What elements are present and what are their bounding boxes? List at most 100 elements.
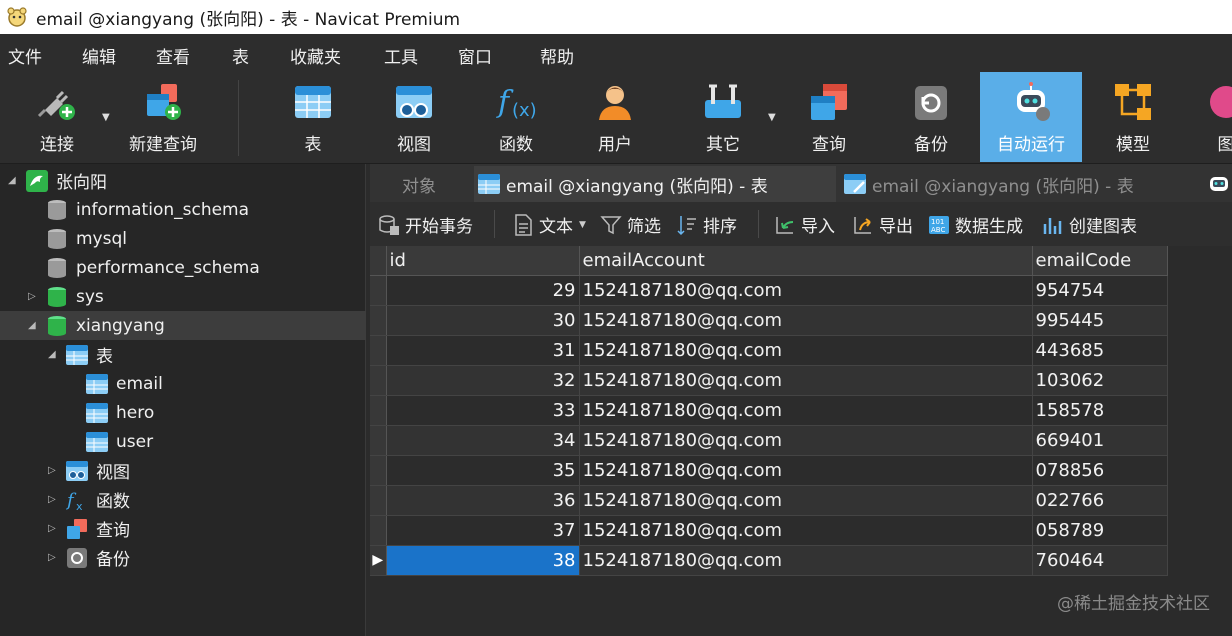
cell-email-code[interactable]: 669401 xyxy=(1032,425,1168,456)
row-header[interactable] xyxy=(370,485,387,516)
sort-button[interactable]: 排序 xyxy=(676,212,737,237)
cell-email-account[interactable]: 1524187180@qq.com xyxy=(579,395,1033,426)
row-header[interactable] xyxy=(370,335,387,366)
row-header-corner[interactable] xyxy=(370,246,387,276)
table-button[interactable]: 表 xyxy=(278,72,348,162)
expanded-arrow-icon[interactable]: ◢ xyxy=(48,349,56,360)
tree-tables-group[interactable]: ◢ 表 xyxy=(0,340,366,369)
cell-email-code[interactable]: 022766 xyxy=(1032,485,1168,516)
cell-email-code[interactable]: 103062 xyxy=(1032,365,1168,396)
cell-email-account[interactable]: 1524187180@qq.com xyxy=(579,335,1033,366)
tree-table[interactable]: email xyxy=(0,369,366,398)
table-row[interactable]: 32 1524187180@qq.com 103062 xyxy=(370,365,1168,396)
view-button[interactable]: 视图 xyxy=(378,72,450,162)
menu-favorites[interactable]: 收藏夹 xyxy=(290,43,341,68)
model-button[interactable]: 模型 xyxy=(1100,72,1166,162)
cell-email-account[interactable]: 1524187180@qq.com xyxy=(579,515,1033,546)
cell-email-code[interactable]: 158578 xyxy=(1032,395,1168,426)
tree-database[interactable]: performance_schema xyxy=(0,253,366,282)
expanded-arrow-icon[interactable]: ◢ xyxy=(28,320,36,331)
row-header[interactable] xyxy=(370,455,387,486)
row-header[interactable] xyxy=(370,365,387,396)
cell-id[interactable]: 35 xyxy=(386,455,580,486)
connect-dropdown-icon[interactable]: ▼ xyxy=(102,112,110,123)
column-header-id[interactable]: id xyxy=(386,246,580,276)
cell-email-account[interactable]: 1524187180@qq.com xyxy=(579,275,1033,306)
menu-help[interactable]: 帮助 xyxy=(540,43,574,68)
cell-email-code[interactable]: 760464 xyxy=(1032,545,1168,576)
menu-edit[interactable]: 编辑 xyxy=(82,43,116,68)
collapsed-arrow-icon[interactable]: ▷ xyxy=(48,552,56,563)
tree-database[interactable]: ▷ sys xyxy=(0,282,366,311)
other-dropdown-icon[interactable]: ▼ xyxy=(768,112,776,123)
cell-email-account[interactable]: 1524187180@qq.com xyxy=(579,485,1033,516)
current-row-indicator-icon[interactable]: ▶ xyxy=(370,545,387,576)
row-header[interactable] xyxy=(370,395,387,426)
cell-email-code[interactable]: 443685 xyxy=(1032,335,1168,366)
table-row[interactable]: 34 1524187180@qq.com 669401 xyxy=(370,425,1168,456)
cell-id[interactable]: 33 xyxy=(386,395,580,426)
tree-database-selected[interactable]: ◢ xiangyang xyxy=(0,311,366,340)
cell-email-account[interactable]: 1524187180@qq.com xyxy=(579,425,1033,456)
cell-id[interactable]: 31 xyxy=(386,335,580,366)
cell-email-account[interactable]: 1524187180@qq.com xyxy=(579,305,1033,336)
cell-id[interactable]: 29 xyxy=(386,275,580,306)
column-header-email-code[interactable]: emailCode xyxy=(1032,246,1168,276)
tree-database[interactable]: mysql xyxy=(0,224,366,253)
cell-email-account[interactable]: 1524187180@qq.com xyxy=(579,545,1033,576)
function-button[interactable]: f (x) 函数 xyxy=(480,72,552,162)
cell-id[interactable]: 32 xyxy=(386,365,580,396)
create-chart-button[interactable]: 创建图表 xyxy=(1042,212,1137,237)
table-row-current[interactable]: ▶ 38 1524187180@qq.com 760464 xyxy=(370,545,1168,576)
query-button[interactable]: 查询 xyxy=(796,72,862,162)
export-button[interactable]: 导出 xyxy=(852,212,913,237)
menu-view[interactable]: 查看 xyxy=(156,43,190,68)
cell-id-selected[interactable]: 38 xyxy=(386,545,580,576)
cell-email-code[interactable]: 995445 xyxy=(1032,305,1168,336)
table-row[interactable]: 29 1524187180@qq.com 954754 xyxy=(370,275,1168,306)
menu-file[interactable]: 文件 xyxy=(8,43,42,68)
cell-id[interactable]: 30 xyxy=(386,305,580,336)
cell-email-account[interactable]: 1524187180@qq.com xyxy=(579,365,1033,396)
table-row[interactable]: 37 1524187180@qq.com 058789 xyxy=(370,515,1168,546)
import-button[interactable]: 导入 xyxy=(774,212,835,237)
table-row[interactable]: 33 1524187180@qq.com 158578 xyxy=(370,395,1168,426)
table-row[interactable]: 31 1524187180@qq.com 443685 xyxy=(370,335,1168,366)
collapsed-arrow-icon[interactable]: ▷ xyxy=(28,291,36,302)
cell-email-code[interactable]: 954754 xyxy=(1032,275,1168,306)
other-button[interactable]: 其它 xyxy=(690,72,756,162)
chart-button[interactable]: 图 xyxy=(1200,72,1232,162)
filter-button[interactable]: 筛选 xyxy=(600,212,661,237)
new-query-button[interactable]: 新建查询 xyxy=(120,72,206,162)
collapsed-arrow-icon[interactable]: ▷ xyxy=(48,465,56,476)
user-button[interactable]: 用户 xyxy=(582,72,648,162)
tree-connection[interactable]: ◢ 张向阳 xyxy=(0,166,366,195)
cell-email-account[interactable]: 1524187180@qq.com xyxy=(579,455,1033,486)
menu-tools[interactable]: 工具 xyxy=(384,43,418,68)
menu-window[interactable]: 窗口 xyxy=(458,43,492,68)
tab-email-table-inactive[interactable]: email @xiangyang (张向阳) - 表 xyxy=(840,166,1202,202)
tree-database[interactable]: information_schema xyxy=(0,195,366,224)
tree-views-group[interactable]: ▷ 视图 xyxy=(0,456,366,485)
cell-id[interactable]: 34 xyxy=(386,425,580,456)
cell-email-code[interactable]: 078856 xyxy=(1032,455,1168,486)
collapsed-arrow-icon[interactable]: ▷ xyxy=(48,494,56,505)
collapsed-arrow-icon[interactable]: ▷ xyxy=(48,523,56,534)
text-view-button[interactable]: 文本 ▼ xyxy=(512,212,586,237)
table-row[interactable]: 35 1524187180@qq.com 078856 xyxy=(370,455,1168,486)
tab-email-table-active[interactable]: email @xiangyang (张向阳) - 表 xyxy=(474,166,836,202)
backup-button[interactable]: 备份 xyxy=(898,72,964,162)
tree-backups-group[interactable]: ▷ 备份 xyxy=(0,543,366,572)
column-header-email-account[interactable]: emailAccount xyxy=(579,246,1033,276)
chevron-down-icon[interactable]: ▼ xyxy=(579,220,586,230)
connect-button[interactable]: 连接 xyxy=(20,72,94,162)
cell-email-code[interactable]: 058789 xyxy=(1032,515,1168,546)
tree-table[interactable]: user xyxy=(0,427,366,456)
tree-functions-group[interactable]: ▷ f x 函数 xyxy=(0,485,366,514)
row-header[interactable] xyxy=(370,305,387,336)
cell-id[interactable]: 37 xyxy=(386,515,580,546)
begin-transaction-button[interactable]: 开始事务 xyxy=(378,212,473,237)
table-row[interactable]: 36 1524187180@qq.com 022766 xyxy=(370,485,1168,516)
cell-id[interactable]: 36 xyxy=(386,485,580,516)
row-header[interactable] xyxy=(370,275,387,306)
